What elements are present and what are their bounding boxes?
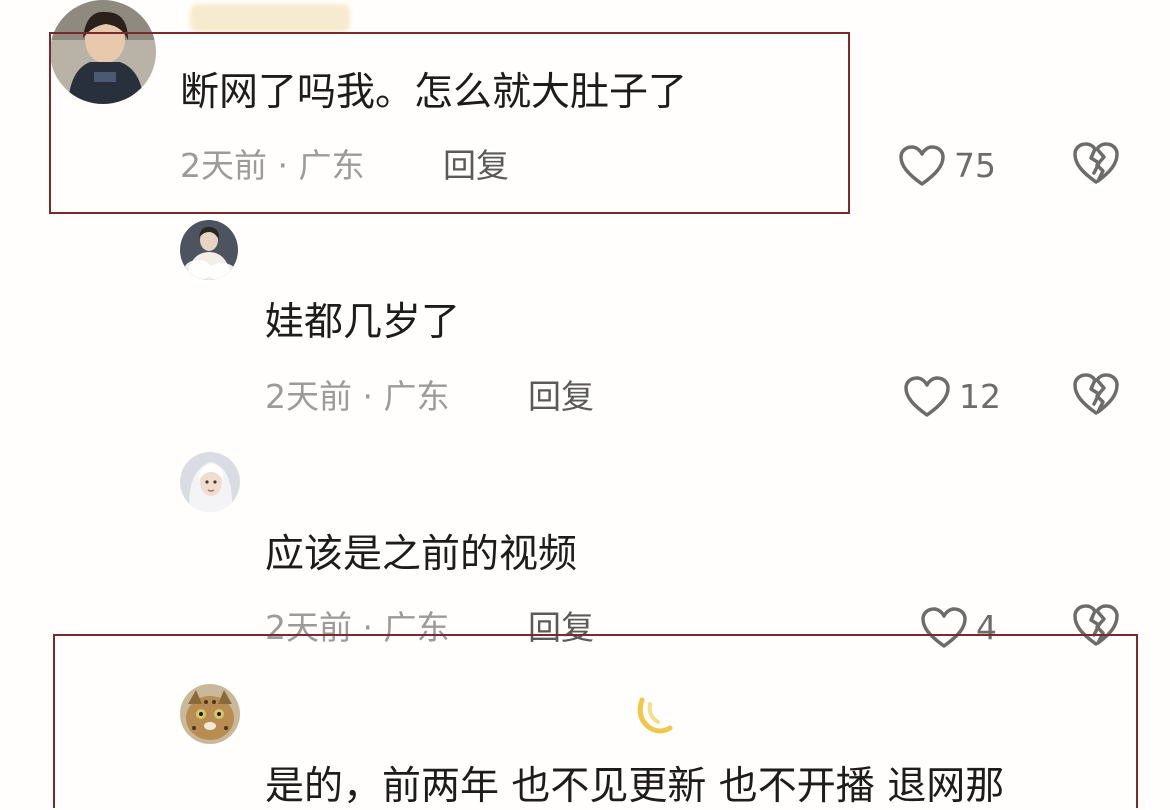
comment-time-location: 2天前 · 广东 — [265, 377, 450, 416]
heart-outline-icon — [920, 606, 968, 650]
avatar[interactable] — [180, 452, 240, 512]
dislike-button[interactable] — [1072, 602, 1120, 650]
sticker-icon — [632, 694, 676, 738]
like-button[interactable]: 4 — [920, 604, 997, 652]
dislike-button[interactable] — [1072, 371, 1120, 419]
avatar[interactable] — [50, 0, 156, 104]
reply-button[interactable]: 回复 — [528, 608, 594, 648]
avatar[interactable] — [180, 684, 240, 744]
comment-time-location: 2天前 · 广东 — [265, 608, 450, 647]
like-button[interactable]: 12 — [903, 373, 1001, 421]
broken-heart-icon — [1072, 140, 1120, 186]
heart-outline-icon — [898, 144, 946, 188]
comment-text: 应该是之前的视频 — [265, 532, 578, 577]
highlight-box — [49, 32, 850, 214]
heart-outline-icon — [903, 375, 951, 419]
comment-text: 是的，前两年 也不见更新 也不开播 退网那 — [265, 764, 1005, 809]
broken-heart-icon — [1072, 602, 1120, 648]
like-count: 12 — [959, 377, 1001, 416]
broken-heart-icon — [1072, 371, 1120, 417]
username-blurred — [190, 4, 350, 32]
reply-button[interactable]: 回复 — [443, 146, 509, 186]
like-button[interactable]: 75 — [898, 142, 996, 190]
dislike-button[interactable] — [1072, 140, 1120, 188]
comment-text: 娃都几岁了 — [265, 300, 461, 345]
like-count: 4 — [976, 608, 997, 647]
reply-button[interactable]: 回复 — [528, 377, 594, 417]
comment-text: 断网了吗我。怎么就大肚子了 — [180, 70, 688, 115]
like-count: 75 — [954, 146, 996, 185]
comment-time-location: 2天前 · 广东 — [180, 146, 365, 185]
avatar[interactable] — [180, 220, 238, 280]
comment-thread: 断网了吗我。怎么就大肚子了 2天前 · 广东 回复 75 娃都几岁了 2天前 ·… — [0, 0, 1170, 809]
